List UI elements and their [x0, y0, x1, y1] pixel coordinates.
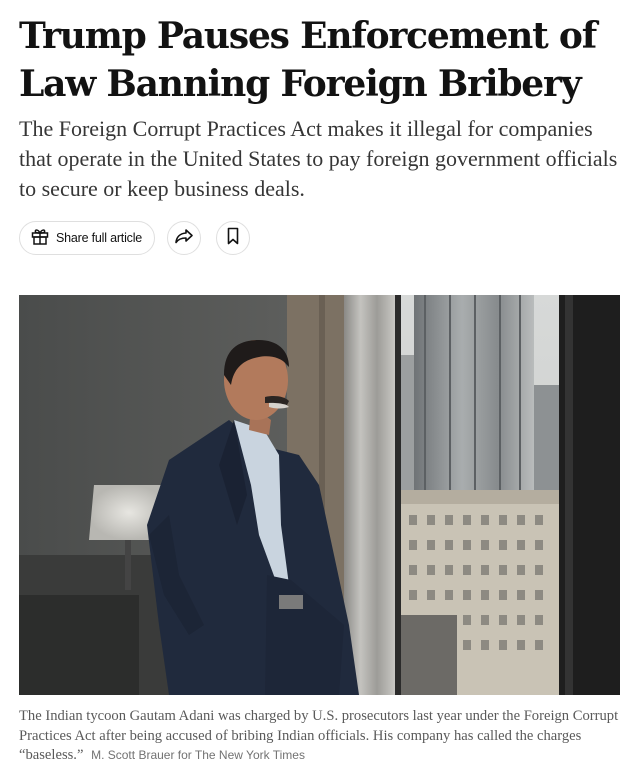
bookmark-icon: [226, 227, 240, 250]
article-summary: The Foreign Corrupt Practices Act makes …: [19, 116, 618, 201]
share-toolbar: Share full article: [19, 221, 251, 255]
share-arrow-icon: [174, 227, 194, 250]
share-full-article-button[interactable]: Share full article: [19, 221, 156, 255]
article-photo: [19, 295, 620, 695]
photo-credit: M. Scott Brauer for The New York Times: [91, 748, 305, 762]
photo-caption: The Indian tycoon Gautam Adani was charg…: [19, 707, 619, 766]
gift-icon: [30, 226, 50, 251]
article-headline: Trump Pauses Enforcement of Law Banning …: [19, 15, 597, 105]
share-full-article-label: Share full article: [56, 231, 143, 245]
share-button[interactable]: [167, 221, 202, 255]
save-article-button[interactable]: [216, 221, 251, 255]
